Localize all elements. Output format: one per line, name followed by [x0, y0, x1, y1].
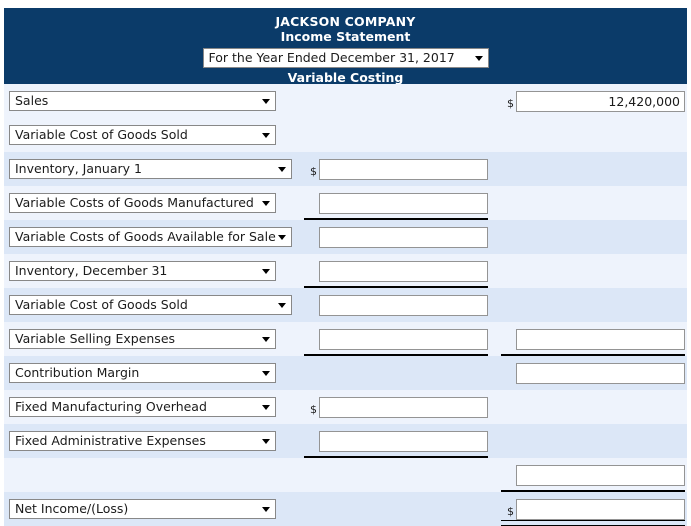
line-item-row: Variable Costs of Goods Available for Sa…: [4, 220, 687, 254]
chevron-down-icon: [262, 269, 270, 274]
chevron-down-icon: [262, 405, 270, 410]
line-item-row: Fixed Administrative Expenses: [4, 424, 687, 458]
line-item-label-select[interactable]: Fixed Manufacturing Overhead: [9, 397, 276, 417]
line-item-label-select[interactable]: Variable Cost of Goods Sold: [9, 125, 276, 145]
chevron-down-icon: [262, 99, 270, 104]
line-item-label-select[interactable]: Variable Costs of Goods Manufactured: [9, 193, 276, 213]
line-item-label-select[interactable]: Sales: [9, 91, 276, 111]
line-item-label-value: Contribution Margin: [15, 365, 140, 380]
chevron-down-icon: [262, 371, 270, 376]
line-item-row: Inventory, December 31: [4, 254, 687, 288]
income-statement-form: JACKSON COMPANY Income Statement For the…: [4, 8, 687, 526]
chevron-down-icon: [278, 167, 286, 172]
statement-header: JACKSON COMPANY Income Statement For the…: [4, 8, 687, 85]
dollar-sign-col2: $: [507, 97, 514, 110]
amount-input-col2[interactable]: 12,420,000: [516, 91, 685, 112]
line-item-row: Variable Cost of Goods Sold: [4, 288, 687, 322]
amount-input-col2[interactable]: [516, 363, 685, 384]
chevron-down-icon: [474, 55, 483, 61]
line-item-label-select[interactable]: Inventory, January 1: [9, 159, 292, 179]
period-select-value: For the Year Ended December 31, 2017: [208, 49, 455, 65]
total-double-rule: [501, 520, 685, 526]
line-item-label-select[interactable]: Net Income/(Loss): [9, 499, 276, 519]
period-select[interactable]: For the Year Ended December 31, 2017: [202, 47, 489, 68]
line-item-row: Net Income/(Loss) $: [4, 492, 687, 526]
amount-input-col1[interactable]: [319, 397, 488, 418]
chevron-down-icon: [278, 303, 286, 308]
period-select-wrapper: For the Year Ended December 31, 2017: [4, 47, 687, 68]
line-item-label-value: Inventory, December 31: [15, 263, 168, 278]
line-item-row: Variable Selling Expenses: [4, 322, 687, 356]
line-item-label-value: Variable Cost of Goods Sold: [15, 297, 188, 312]
line-item-row: [4, 458, 687, 492]
line-item-rows: Sales $12,420,000 Variable Cost of Goods S…: [4, 84, 687, 526]
chevron-down-icon: [278, 235, 286, 240]
amount-input-col2[interactable]: [516, 465, 685, 486]
amount-input-col1[interactable]: [319, 193, 488, 214]
line-item-label-select[interactable]: Variable Selling Expenses: [9, 329, 276, 349]
chevron-down-icon: [262, 337, 270, 342]
line-item-label-value: Fixed Manufacturing Overhead: [15, 399, 207, 414]
amount-input-col1[interactable]: [319, 227, 488, 248]
chevron-down-icon: [262, 201, 270, 206]
statement-title: Income Statement: [280, 29, 411, 44]
line-item-label-select[interactable]: Variable Costs of Goods Available for Sa…: [9, 227, 292, 247]
line-item-label-value: Variable Selling Expenses: [15, 331, 176, 346]
line-item-label-value: Variable Costs of Goods Available for Sa…: [15, 229, 276, 244]
amount-input-col2[interactable]: [516, 499, 685, 520]
line-item-label-value: Fixed Administrative Expenses: [15, 433, 206, 448]
line-item-label-value: Sales: [15, 93, 49, 108]
line-item-row: Inventory, January 1 $: [4, 152, 687, 186]
dollar-sign-col2: $: [507, 505, 514, 518]
line-item-row: Fixed Manufacturing Overhead $: [4, 390, 687, 424]
costing-method-label: Variable Costing: [287, 70, 404, 85]
chevron-down-icon: [262, 507, 270, 512]
dollar-sign-col1: $: [310, 165, 317, 178]
amount-input-col2[interactable]: [516, 329, 685, 350]
line-item-row: Sales $12,420,000: [4, 84, 687, 118]
dollar-sign-col1: $: [310, 403, 317, 416]
line-item-label-value: Variable Costs of Goods Manufactured: [15, 195, 254, 210]
amount-input-col1[interactable]: [319, 261, 488, 282]
amount-input-col1[interactable]: [319, 431, 488, 452]
line-item-label-select[interactable]: Variable Cost of Goods Sold: [9, 295, 292, 315]
chevron-down-icon: [262, 133, 270, 138]
line-item-label-select[interactable]: Contribution Margin: [9, 363, 276, 383]
amount-input-col1[interactable]: [319, 329, 488, 350]
line-item-label-select[interactable]: Fixed Administrative Expenses: [9, 431, 276, 451]
line-item-label-value: Inventory, January 1: [15, 161, 142, 176]
line-item-label-select[interactable]: Inventory, December 31: [9, 261, 276, 281]
line-item-row: Variable Cost of Goods Sold: [4, 118, 687, 152]
chevron-down-icon: [262, 439, 270, 444]
line-item-row: Variable Costs of Goods Manufactured: [4, 186, 687, 220]
line-item-row: Contribution Margin: [4, 356, 687, 390]
line-item-label-value: Variable Cost of Goods Sold: [15, 127, 188, 142]
company-name: JACKSON COMPANY: [275, 14, 416, 29]
amount-input-col1[interactable]: [319, 159, 488, 180]
line-item-label-value: Net Income/(Loss): [15, 501, 129, 516]
amount-input-col1[interactable]: [319, 295, 488, 316]
